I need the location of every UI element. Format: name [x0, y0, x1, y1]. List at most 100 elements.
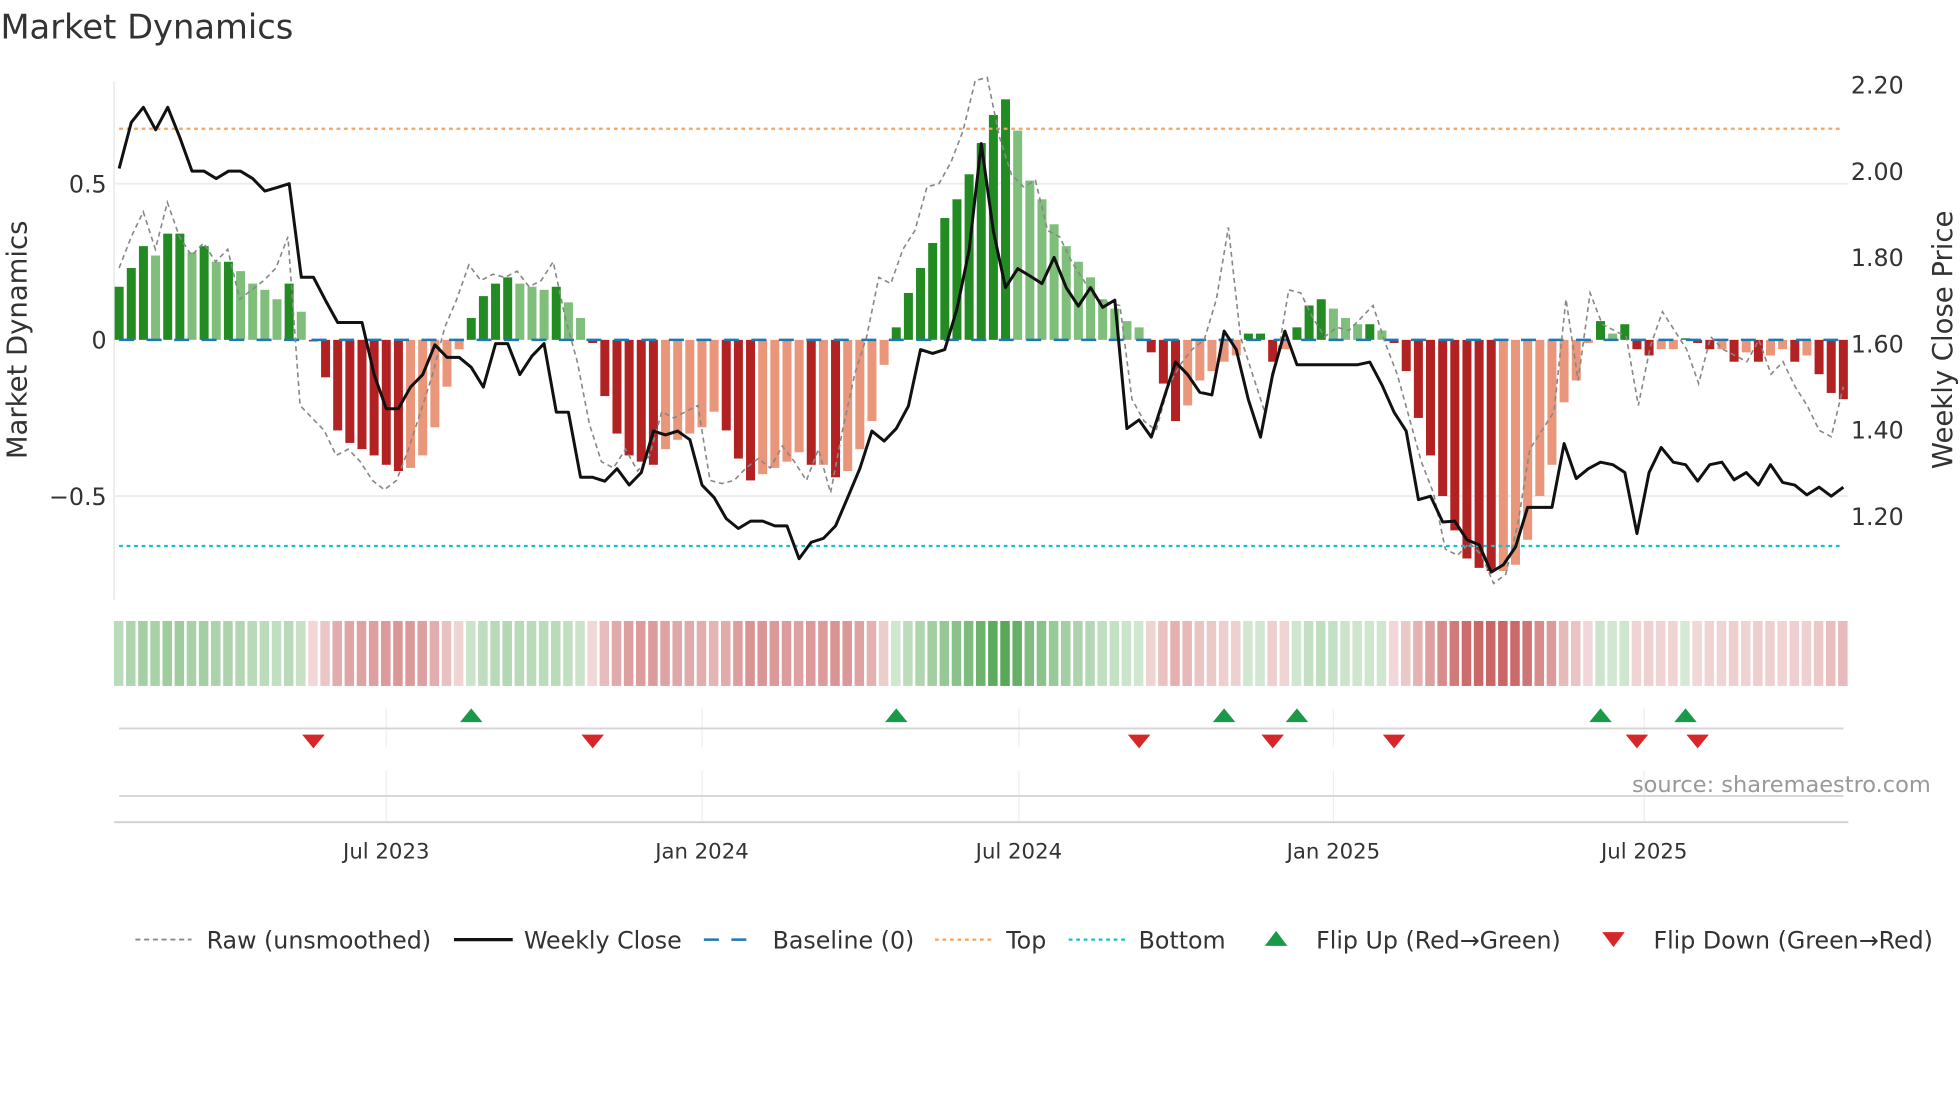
- heat-strip-cell: [1291, 620, 1302, 686]
- dynamics-bar: [891, 327, 901, 340]
- heat-strip-cell: [186, 620, 197, 686]
- legend-label: Baseline (0): [773, 926, 915, 954]
- source-credit: source: sharemaestro.com: [1632, 772, 1931, 798]
- heat-strip-cell: [466, 620, 476, 686]
- heat-strip-cell: [1546, 620, 1557, 686]
- heat-strip-cell: [1668, 620, 1678, 686]
- legend-label: Weekly Close: [524, 926, 682, 954]
- y-tick-label: 0: [92, 327, 107, 355]
- heat-strip-cell: [162, 620, 172, 686]
- heat-strip-cell: [247, 620, 257, 686]
- heat-strip-cell: [915, 620, 925, 686]
- dynamics-bar: [794, 339, 804, 453]
- heat-strip-cell: [1753, 620, 1763, 686]
- heat-strip-cell: [587, 620, 597, 686]
- heat-strip-cell: [1279, 620, 1290, 686]
- flip-up-marker: [1285, 708, 1309, 723]
- heat-strip-cell: [866, 620, 877, 686]
- heat-strip-cell: [1170, 620, 1180, 686]
- dynamics-bar: [1462, 339, 1472, 559]
- dynamics-bar: [1328, 308, 1338, 340]
- dynamics-bar: [1766, 339, 1776, 356]
- dynamics-bar: [1401, 339, 1411, 372]
- dynamics-bar: [1753, 339, 1763, 362]
- heat-strip-cell: [1558, 620, 1569, 686]
- dynamics-bar: [151, 255, 161, 340]
- heat-strip-cell: [903, 620, 913, 686]
- heat-strip-cell: [769, 620, 780, 686]
- dynamics-bar: [879, 339, 889, 365]
- heat-strip-cell: [1522, 620, 1532, 686]
- heat-strip-cell: [551, 620, 561, 686]
- y-ticks: 0.5 0 −0.5: [49, 170, 107, 510]
- flip-down-marker: [1686, 734, 1709, 749]
- heat-strip-cell: [381, 620, 391, 686]
- y2-tick-label: 2.20: [1851, 72, 1904, 100]
- dynamics-bar: [236, 271, 246, 340]
- heat-strip-cell: [818, 620, 828, 686]
- dynamics-bar: [1838, 339, 1848, 400]
- heat-strip-cell: [757, 620, 767, 686]
- heat-strip-cell: [563, 620, 573, 686]
- dynamics-bar: [211, 261, 221, 340]
- dynamics-bar: [733, 339, 743, 459]
- dynamics-bar: [187, 252, 197, 340]
- heat-strip-cell: [1498, 620, 1508, 686]
- heat-strip-cell: [478, 620, 488, 686]
- heat-strip-cell: [1230, 620, 1241, 686]
- dynamics-bar: [1413, 339, 1423, 418]
- heat-strip-cell: [1218, 620, 1229, 686]
- dynamics-bar: [612, 339, 622, 434]
- x-tick-label: Jul 2024: [974, 839, 1062, 864]
- legend-label: Top: [1005, 926, 1046, 954]
- heat-strip-cell: [721, 620, 731, 686]
- legend-label: Raw (unsmoothed): [207, 926, 431, 954]
- x-ticks: Jul 2023 Jan 2024 Jul 2024 Jan 2025 Jul 2025: [341, 839, 1687, 864]
- dynamics-bar: [1790, 339, 1800, 362]
- dynamics-bar: [284, 283, 294, 340]
- flip-up-marker: [885, 708, 908, 723]
- dynamics-bar: [1049, 224, 1059, 340]
- heat-strip-cell: [1097, 620, 1107, 686]
- dynamics-bar: [527, 286, 537, 340]
- heat-strip-cell: [939, 620, 950, 686]
- dynamics-bar: [1001, 99, 1011, 340]
- heat-strip-cell: [1777, 620, 1787, 686]
- heat-strip-cell: [1413, 620, 1423, 686]
- heat-strip-cell: [1595, 620, 1605, 686]
- heat-strip-cell: [1510, 620, 1520, 686]
- dynamics-bar: [600, 339, 610, 397]
- dynamics-bar: [1632, 339, 1642, 350]
- heat-strip-cell: [1255, 620, 1265, 686]
- heat-strip-cell: [1206, 620, 1217, 686]
- dynamics-bar: [1498, 339, 1508, 571]
- dynamics-bar: [1292, 327, 1302, 340]
- flip-down-marker: [1261, 734, 1284, 749]
- dynamics-bar: [770, 339, 780, 468]
- flip-up-marker: [460, 708, 483, 723]
- dynamics-bar: [576, 317, 586, 340]
- dynamics-bar: [1474, 339, 1484, 568]
- dynamics-bar: [1620, 324, 1630, 340]
- heat-strip-cell: [1352, 620, 1362, 686]
- heat-strip-cell: [441, 620, 452, 686]
- heat-strip-cell: [1728, 620, 1739, 686]
- dynamics-bar: [1729, 339, 1739, 362]
- heat-strip-cell: [1570, 620, 1581, 686]
- y-tick-label: 0.5: [69, 170, 107, 198]
- heat-strip-cell: [854, 620, 865, 686]
- dynamics-bar: [175, 233, 185, 340]
- y2-tick-label: 2.00: [1851, 158, 1904, 186]
- heat-strip-cell: [611, 620, 622, 686]
- heat-strip-cell: [1388, 620, 1399, 686]
- heat-strip-cell: [1449, 620, 1460, 686]
- heat-strip-cell: [1437, 620, 1447, 686]
- heat-strip-cell: [526, 620, 537, 686]
- dynamics-bar: [1207, 339, 1217, 372]
- heat-strip-cell: [1425, 620, 1435, 686]
- heat-strip-cell: [733, 620, 743, 686]
- dynamics-bar: [1365, 324, 1375, 340]
- dynamics-bar: [333, 339, 343, 431]
- dynamics-bar: [454, 339, 464, 350]
- dynamics-bar: [758, 339, 768, 475]
